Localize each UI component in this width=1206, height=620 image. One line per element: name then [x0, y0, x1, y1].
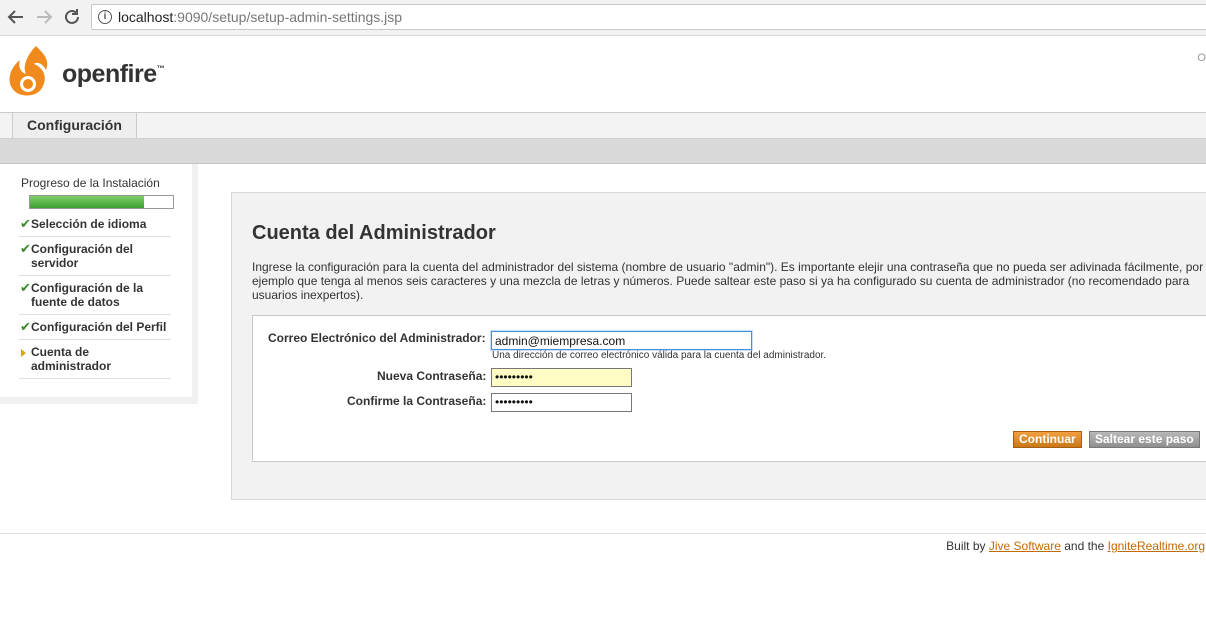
step-label: Cuenta de administrador	[31, 345, 112, 373]
address-bar[interactable]: i localhost:9090/setup/setup-admin-setti…	[91, 4, 1206, 30]
step-seleccion-idioma: ✔ Selección de idioma	[19, 212, 171, 237]
skip-step-button[interactable]: Saltear este paso	[1089, 431, 1200, 448]
openfire-flame-logo-icon	[6, 44, 56, 105]
progress-title: Progreso de la Instalación	[21, 176, 160, 190]
email-label: Correo Electrónico del Administrador:	[268, 331, 486, 345]
sidebar-panel: Progreso de la Instalación ✔ Selección de…	[0, 164, 192, 397]
confirm-password-field[interactable]: •••••••••	[491, 393, 632, 412]
new-password-field[interactable]: •••••••••	[491, 368, 632, 387]
email-field[interactable]	[491, 331, 752, 350]
email-hint: Una dirección de correo electrónico váli…	[492, 350, 827, 361]
continue-button[interactable]: Continuar	[1013, 431, 1082, 448]
url-host: localhost	[118, 9, 174, 25]
main-tabbar: Configuración	[0, 113, 1206, 139]
footer-middle: and the	[1060, 539, 1108, 553]
page-header: openfire™ Op	[0, 36, 1206, 113]
info-icon[interactable]: i	[98, 10, 112, 24]
logo-wordmark: openfire	[62, 60, 157, 88]
step-cuenta-administrador: Cuenta de administrador	[19, 340, 171, 379]
step-label: Configuración del Perfil	[31, 320, 167, 334]
sub-navigation-bar	[0, 139, 1206, 164]
tab-configuracion[interactable]: Configuración	[12, 113, 137, 138]
logo-text: openfire™	[62, 60, 165, 89]
step-configuracion-servidor: ✔ Configuración del servidor	[19, 237, 171, 276]
page-title: Cuenta del Administrador	[252, 222, 496, 244]
progress-fill	[30, 196, 145, 208]
intro-text: Ingrese la configuración para la cuenta …	[252, 260, 1204, 302]
password-label: Nueva Contraseña:	[377, 369, 487, 383]
url-path: :9090/setup/setup-admin-settings.jsp	[173, 9, 403, 25]
jive-software-link[interactable]: Jive Software	[989, 539, 1061, 553]
checkmark-icon: ✔	[20, 319, 31, 334]
progress-bar	[29, 195, 174, 209]
step-configuracion-perfil: ✔ Configuración del Perfil	[19, 315, 171, 340]
checkmark-icon: ✔	[20, 216, 31, 231]
browser-toolbar: i localhost:9090/setup/setup-admin-setti…	[0, 0, 1206, 36]
header-right-text: Op	[1197, 52, 1206, 64]
sidebar: Progreso de la Instalación ✔ Selección de…	[0, 164, 198, 404]
footer-prefix: Built by	[946, 539, 989, 553]
logo-trademark: ™	[156, 64, 165, 73]
footer: Built by Jive Software and the IgniteRea…	[946, 539, 1205, 553]
setup-steps-list: ✔ Selección de idioma ✔ Configuración del …	[19, 212, 171, 379]
reload-icon[interactable]	[61, 6, 83, 28]
current-step-arrow-icon	[21, 349, 26, 357]
step-fuente-datos: ✔ Configuración de la fuente de datos	[19, 276, 171, 315]
step-label: Configuración de la fuente de datos	[31, 281, 144, 309]
footer-divider	[0, 533, 1206, 534]
step-label: Configuración del servidor	[31, 242, 133, 270]
back-arrow-icon[interactable]	[5, 6, 27, 28]
forward-arrow-icon[interactable]	[33, 6, 55, 28]
igniterealtime-link[interactable]: IgniteRealtime.org	[1108, 539, 1205, 553]
step-label: Selección de idioma	[31, 217, 147, 231]
confirm-password-label: Confirme la Contraseña:	[347, 394, 487, 408]
checkmark-icon: ✔	[20, 280, 31, 295]
checkmark-icon: ✔	[20, 241, 31, 256]
url-text[interactable]: localhost:9090/setup/setup-admin-setting…	[118, 9, 402, 25]
